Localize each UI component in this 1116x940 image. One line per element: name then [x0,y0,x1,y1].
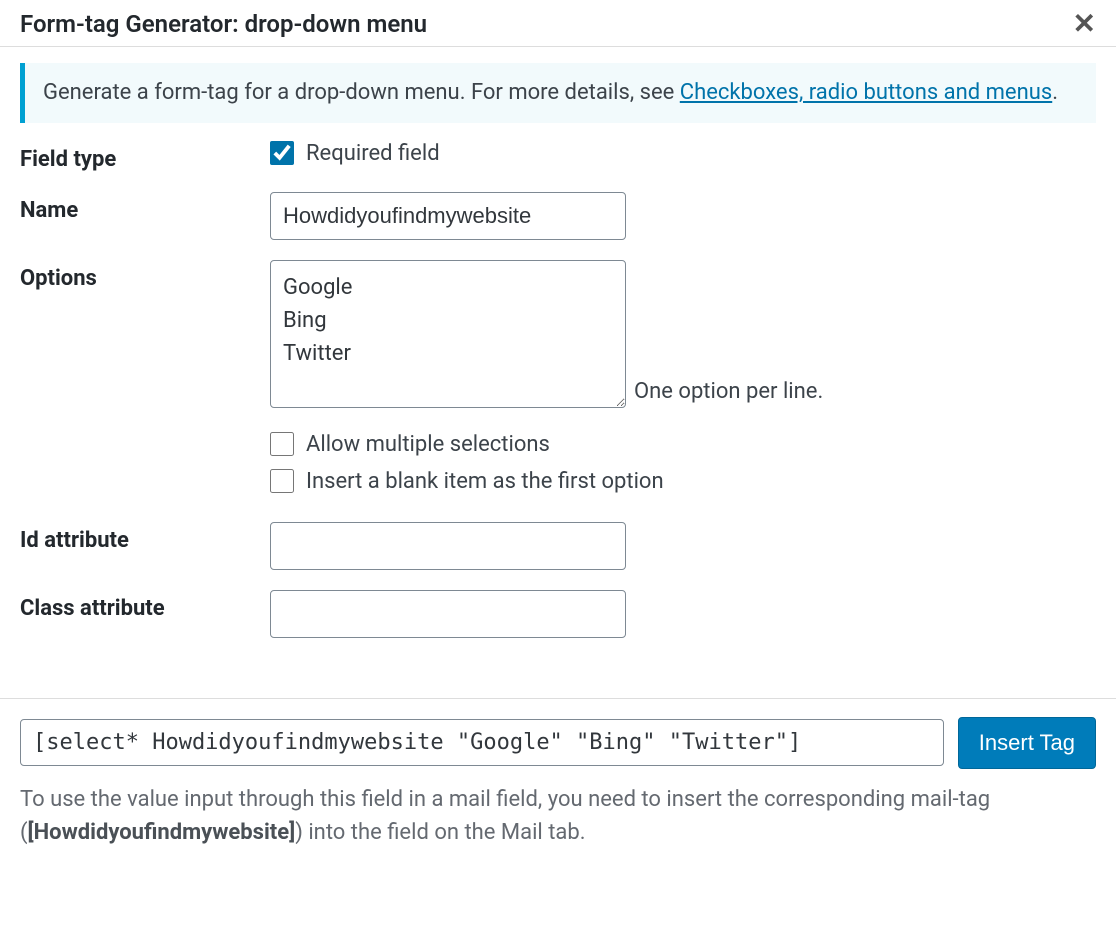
options-hint: One option per line. [634,379,823,408]
dialog-title: Form-tag Generator: drop-down menu [20,10,427,38]
options-textarea[interactable] [270,260,626,408]
options-label: Options [20,260,270,291]
tag-output[interactable] [20,719,944,766]
hint-mail-tag: [Howdidyoufindmywebsite] [28,820,296,845]
info-link[interactable]: Checkboxes, radio buttons and menus [680,80,1052,105]
info-text-before: Generate a form-tag for a drop-down menu… [43,80,680,105]
allow-multiple-label: Allow multiple selections [306,432,550,457]
dialog-header: Form-tag Generator: drop-down menu ✕ [0,0,1116,47]
tag-row: Insert Tag [20,717,1096,769]
id-label: Id attribute [20,522,270,553]
insert-blank-checkbox[interactable] [270,469,294,493]
row-class: Class attribute [20,590,1096,638]
required-checkbox[interactable] [270,141,294,165]
required-label: Required field [306,141,440,166]
field-type-label: Field type [20,141,270,172]
row-options: Options One option per line. Allow multi… [20,260,1096,494]
info-text-after: . [1052,80,1058,105]
id-input[interactable] [270,522,626,570]
bottom-bar: Insert Tag To use the value input throug… [0,698,1116,867]
row-id: Id attribute [20,522,1096,570]
name-label: Name [20,192,270,223]
allow-multiple-wrap[interactable]: Allow multiple selections [270,432,1096,457]
hint-after: ) into the field on the Mail tab. [295,820,585,845]
allow-multiple-checkbox[interactable] [270,432,294,456]
insert-tag-button[interactable]: Insert Tag [958,717,1096,769]
form-area: Field type Required field Name Options O… [0,141,1116,638]
footer-hint: To use the value input through this fiel… [20,783,1096,867]
row-field-type: Field type Required field [20,141,1096,172]
class-input[interactable] [270,590,626,638]
insert-blank-wrap[interactable]: Insert a blank item as the first option [270,469,1096,494]
close-icon[interactable]: ✕ [1073,10,1096,38]
class-label: Class attribute [20,590,270,621]
name-input[interactable] [270,192,626,240]
insert-blank-label: Insert a blank item as the first option [306,469,664,494]
required-field-wrap[interactable]: Required field [270,141,1096,166]
info-banner: Generate a form-tag for a drop-down menu… [20,63,1096,123]
row-name: Name [20,192,1096,240]
